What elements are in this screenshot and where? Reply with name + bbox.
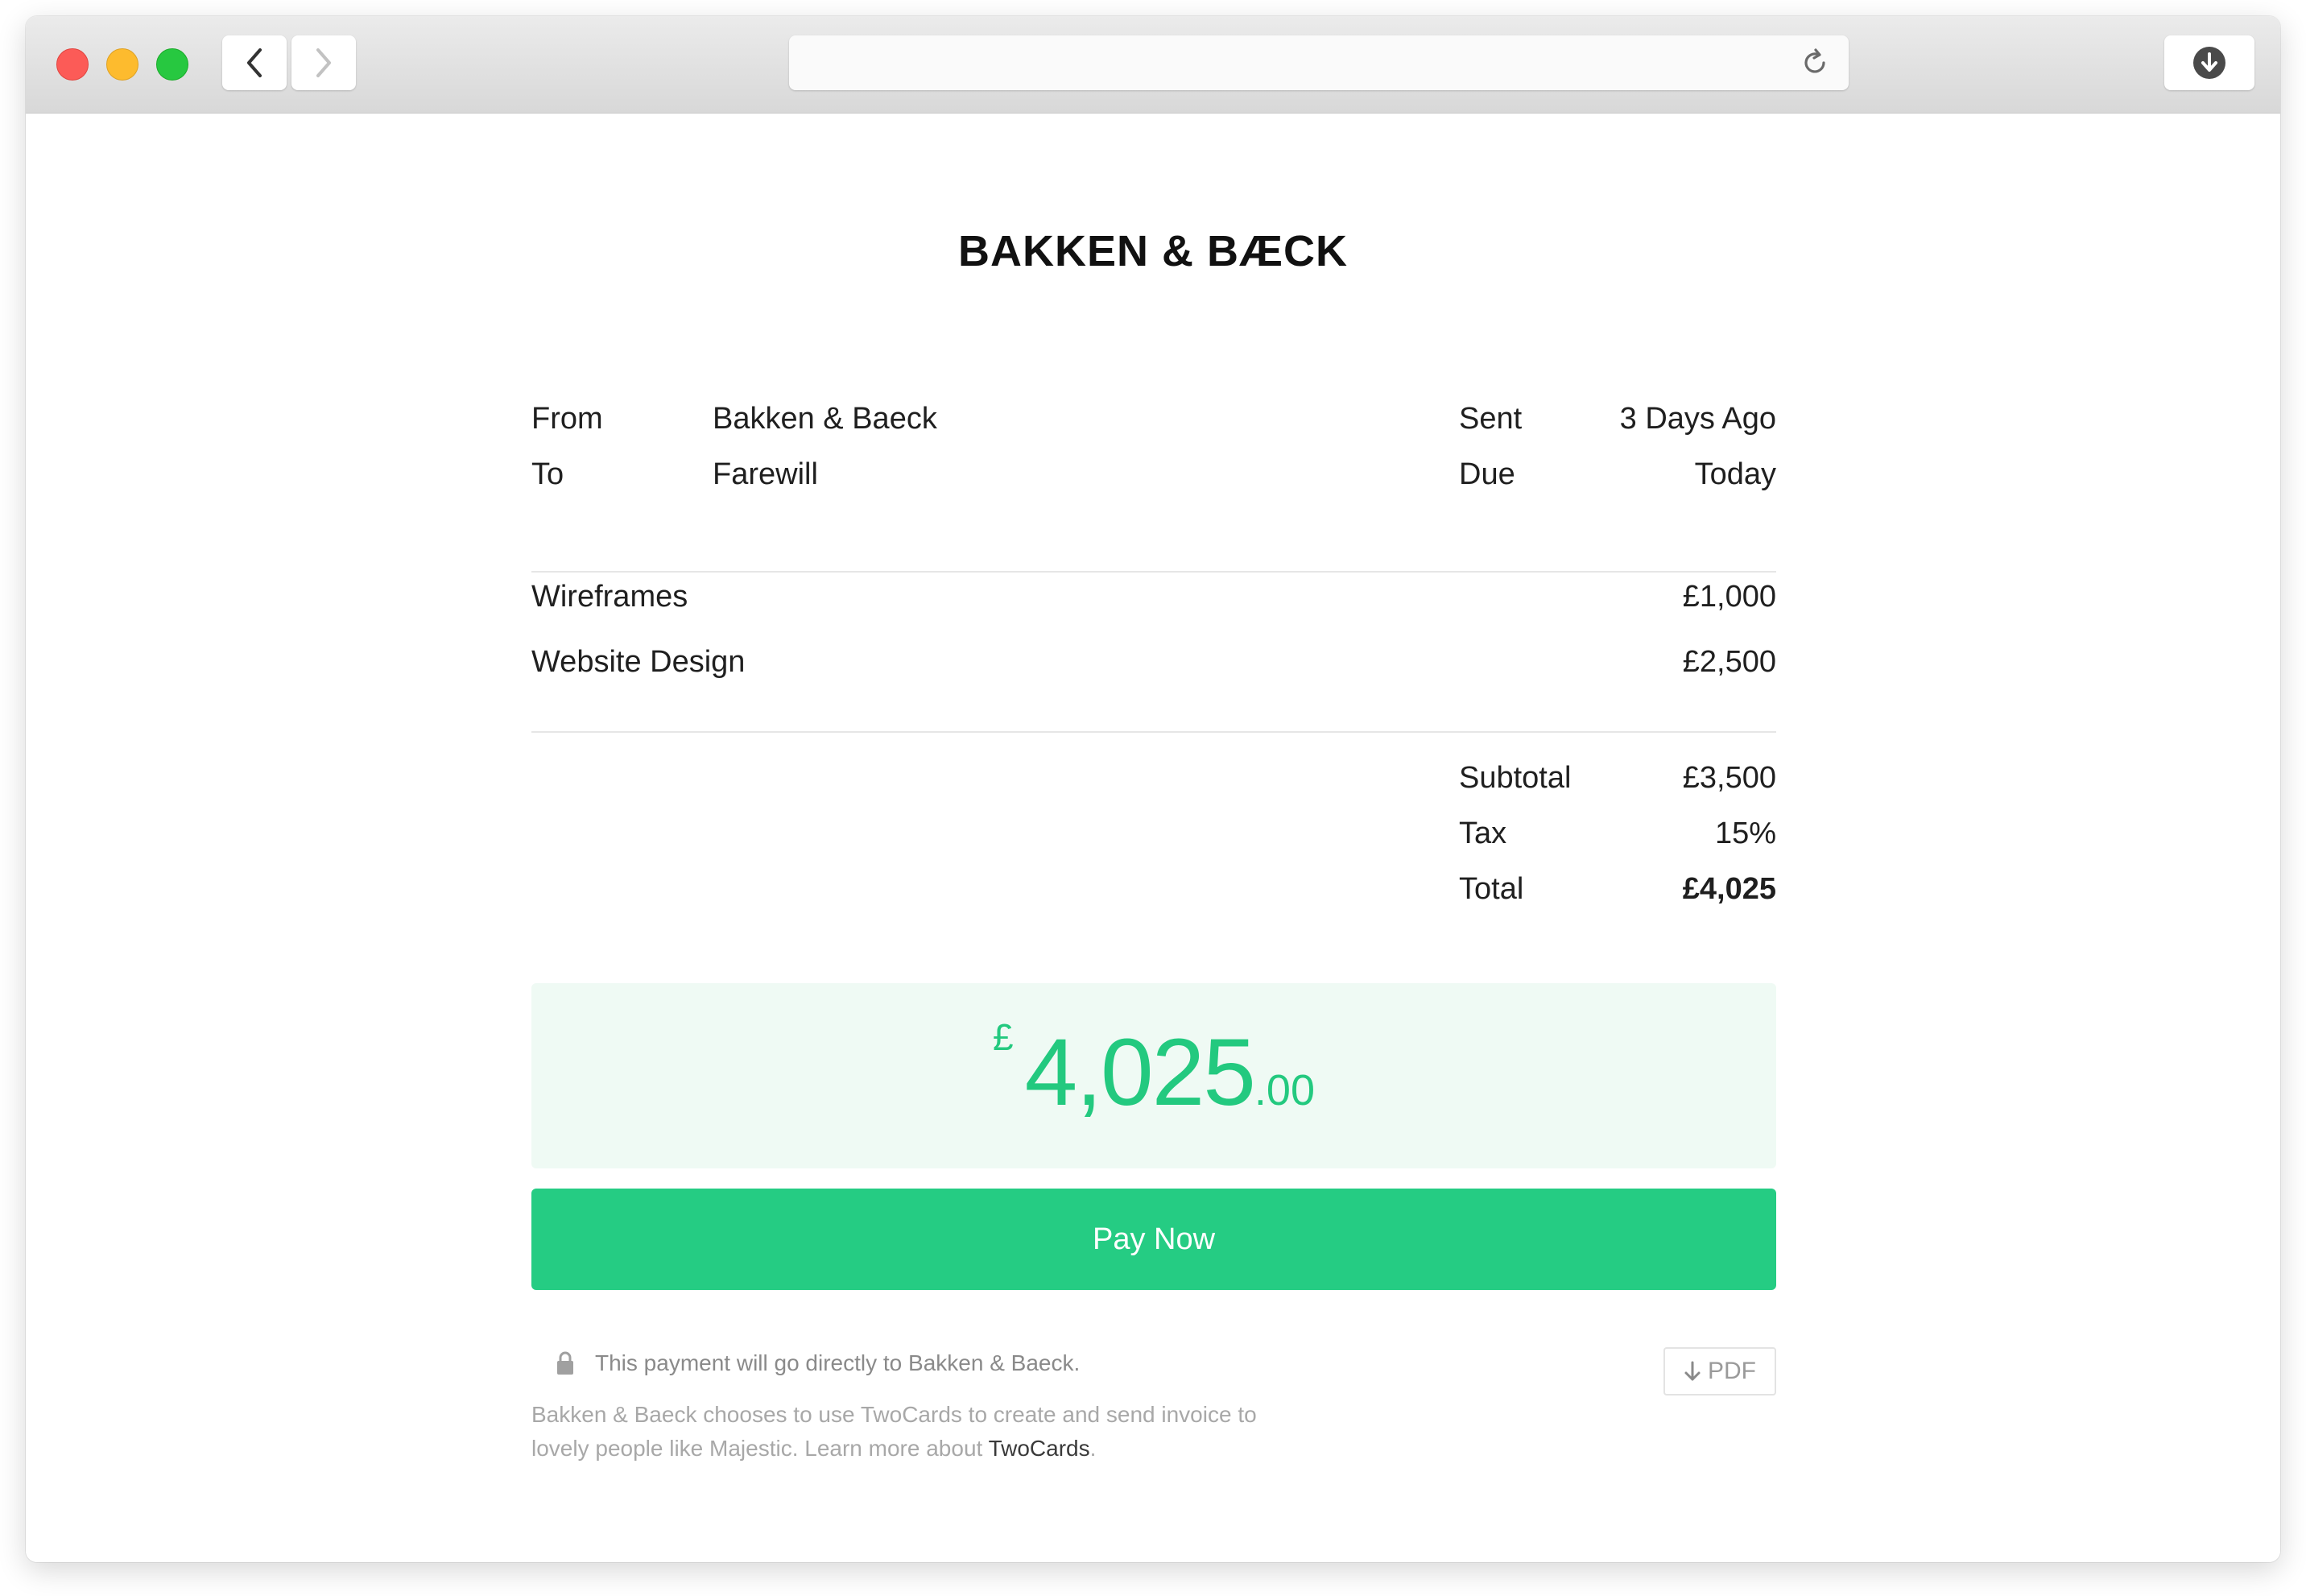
subtotal-label: Subtotal xyxy=(1459,761,1572,795)
line-item-amount: £1,000 xyxy=(1682,580,1776,614)
minimize-window-button[interactable] xyxy=(106,48,138,81)
arrow-down-icon xyxy=(1684,1361,1701,1381)
amount-cents: .00 xyxy=(1254,1066,1315,1114)
reload-icon[interactable] xyxy=(1799,47,1831,79)
amount-whole: 4,025 xyxy=(1024,1019,1256,1126)
address-bar[interactable] xyxy=(789,35,1849,90)
line-item-name: Wireframes xyxy=(531,580,688,614)
forward-icon xyxy=(316,48,331,77)
browser-toolbar xyxy=(26,16,2280,114)
pdf-download-button[interactable]: PDF xyxy=(1663,1347,1776,1395)
page-content: BAKKEN & BÆCK From Bakken & Baeck To Far… xyxy=(26,114,2280,1562)
subtotal-value: £3,500 xyxy=(1682,761,1776,795)
from-value: Bakken & Baeck xyxy=(713,402,937,436)
line-item-amount: £2,500 xyxy=(1682,645,1776,679)
from-label: From xyxy=(531,402,603,436)
line-item-name: Website Design xyxy=(531,645,746,679)
footer-text: Bakken & Baeck chooses to use TwoCards t… xyxy=(531,1398,1304,1466)
close-window-button[interactable] xyxy=(56,48,89,81)
footer-end: . xyxy=(1089,1436,1097,1461)
footer-body: Bakken & Baeck chooses to use TwoCards t… xyxy=(531,1402,1257,1461)
divider xyxy=(531,571,1776,573)
amount-due-panel: £4,025.00 xyxy=(531,983,1776,1168)
downloads-button[interactable] xyxy=(2164,35,2254,90)
download-icon xyxy=(2193,47,2225,79)
forward-button[interactable] xyxy=(291,35,356,90)
lock-icon xyxy=(557,1351,573,1375)
to-label: To xyxy=(531,457,564,491)
divider xyxy=(531,731,1776,733)
back-icon xyxy=(247,48,262,77)
back-button[interactable] xyxy=(222,35,287,90)
total-label: Total xyxy=(1459,872,1524,906)
twocards-link[interactable]: TwoCards xyxy=(989,1436,1090,1461)
amount-due: £4,025.00 xyxy=(531,1015,1776,1127)
sent-label: Sent xyxy=(1459,402,1523,436)
pay-now-button[interactable]: Pay Now xyxy=(531,1189,1776,1290)
tax-label: Tax xyxy=(1459,817,1507,850)
sent-value: 3 Days Ago xyxy=(1619,402,1776,436)
amount-currency: £ xyxy=(993,1016,1014,1058)
brand-logo: BAKKEN & BÆCK xyxy=(958,227,1348,275)
tax-value: 15% xyxy=(1714,817,1776,850)
browser-window: BAKKEN & BÆCK From Bakken & Baeck To Far… xyxy=(26,16,2280,1562)
zoom-window-button[interactable] xyxy=(156,48,188,81)
secure-payment-note: This payment will go directly to Bakken … xyxy=(595,1350,1081,1375)
to-value: Farewill xyxy=(713,457,818,491)
total-value: £4,025 xyxy=(1682,872,1776,906)
due-label: Due xyxy=(1459,457,1515,491)
pdf-label: PDF xyxy=(1708,1358,1756,1384)
due-value: Today xyxy=(1694,457,1776,491)
